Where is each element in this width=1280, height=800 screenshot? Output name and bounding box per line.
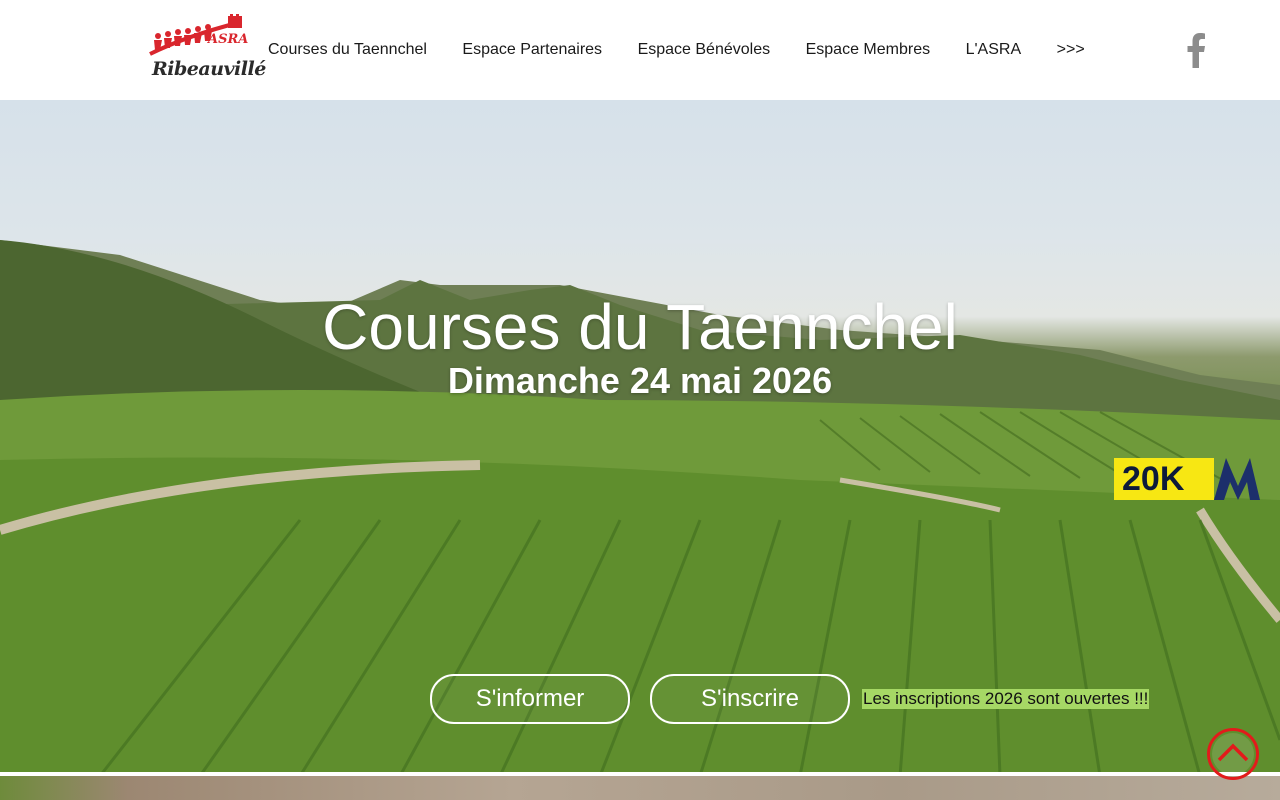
next-section-preview <box>0 776 1280 800</box>
facebook-icon[interactable] <box>1184 32 1208 68</box>
nav-item-more[interactable]: >>> <box>1057 41 1085 59</box>
nav-item-membres[interactable]: Espace Membres <box>806 41 931 59</box>
nav-item-asra[interactable]: L'ASRA <box>966 41 1022 59</box>
sinscrire-button[interactable]: S'inscrire <box>650 674 850 724</box>
registration-announcement[interactable]: Les inscriptions 2026 sont ouvertes !!! <box>862 689 1150 709</box>
20k-badge-label: 20K <box>1114 458 1214 500</box>
logo-ribeauville-text: Ribeauvillé <box>152 58 266 80</box>
logo-asra-text: ASRA <box>208 32 249 47</box>
m-logo-icon <box>1214 458 1260 500</box>
site-header: ASRA Ribeauvillé Courses du Taennchel Es… <box>0 0 1280 100</box>
20k-badge[interactable]: 20K <box>1114 456 1264 502</box>
hero-date: Dimanche 24 mai 2026 <box>447 360 833 401</box>
asra-logo[interactable]: ASRA Ribeauvillé <box>146 14 266 86</box>
hero-title: Courses du Taennchel <box>322 291 958 363</box>
chevron-up-circle-icon[interactable] <box>1206 727 1260 781</box>
hero-banner: Courses du Taennchel Dimanche 24 mai 202… <box>0 100 1280 776</box>
vineyard-background <box>0 240 1280 776</box>
main-nav: Courses du Taennchel Espace Partenaires … <box>268 0 1120 100</box>
sinformer-button[interactable]: S'informer <box>430 674 630 724</box>
nav-item-courses[interactable]: Courses du Taennchel <box>268 41 427 59</box>
nav-item-partenaires[interactable]: Espace Partenaires <box>462 41 602 59</box>
section-divider <box>0 772 1280 776</box>
nav-item-benevoles[interactable]: Espace Bénévoles <box>638 41 771 59</box>
